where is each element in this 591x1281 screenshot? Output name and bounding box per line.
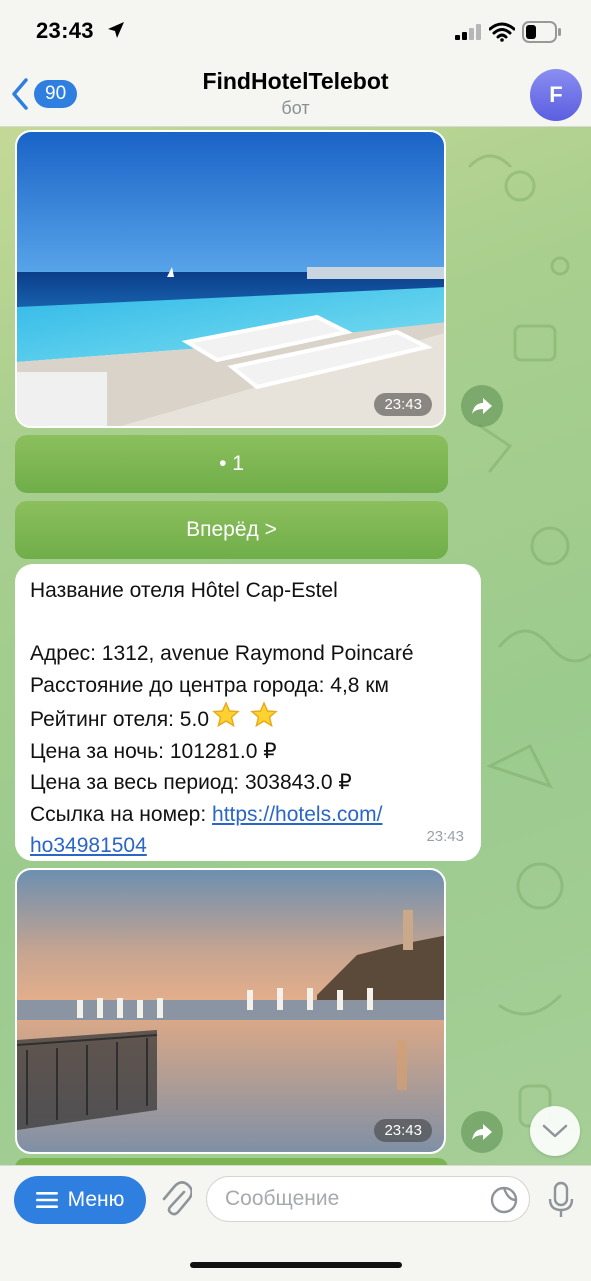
wifi-icon xyxy=(489,22,515,42)
avatar[interactable]: F xyxy=(530,69,582,121)
photo-sunset-pool xyxy=(17,870,444,1152)
microphone-icon[interactable] xyxy=(548,1181,574,1219)
share-button[interactable] xyxy=(461,385,503,427)
photo-message-pool[interactable]: 23:43 xyxy=(15,130,446,428)
share-icon xyxy=(472,398,492,414)
back-chevron-icon xyxy=(12,78,28,110)
status-time: 23:43 xyxy=(36,18,94,43)
hotel-distance-line: Расстояние до центра города: 4,8 км xyxy=(30,673,389,697)
share-icon xyxy=(472,1124,492,1140)
photo-timestamp: 23:43 xyxy=(374,393,432,416)
message-timestamp: 23:43 xyxy=(426,827,464,845)
room-link-line-2: ho34981504 xyxy=(30,830,467,862)
photo-timestamp: 23:43 xyxy=(374,1119,432,1142)
home-indicator xyxy=(190,1262,402,1268)
hotel-address-line: Адрес: 1312, avenue Raymond Poincaré xyxy=(30,642,414,665)
hotel-rating-text: Рейтинг отеля: 5.0 xyxy=(30,708,210,731)
star-icon xyxy=(212,701,240,728)
menu-button[interactable]: Меню xyxy=(14,1176,146,1224)
room-link-line: Ссылка на номер: https://hotels.com/ xyxy=(30,799,467,831)
next-button[interactable]: Вперёд > xyxy=(15,501,448,559)
price-total-line: Цена за весь период: 303843.0 ₽ xyxy=(30,771,352,794)
photo-message-sunset[interactable]: 23:43 xyxy=(15,868,446,1154)
menu-button-label: Меню xyxy=(67,1188,125,1211)
scroll-down-button[interactable] xyxy=(530,1106,580,1156)
unread-count-badge: 90 xyxy=(34,80,78,108)
location-arrow-icon xyxy=(108,22,124,38)
burger-icon xyxy=(35,1192,58,1208)
room-link-part2[interactable]: ho34981504 xyxy=(30,834,147,857)
share-button[interactable] xyxy=(461,1111,503,1153)
star-icon xyxy=(250,701,278,728)
hotel-info-message: Название отеля Hôtel Cap-Estel Адрес: 13… xyxy=(15,564,481,861)
hotel-name-line: Название отеля Hôtel Cap-Estel xyxy=(30,579,338,602)
paperclip-icon[interactable] xyxy=(160,1180,192,1218)
battery-icon xyxy=(522,21,561,43)
room-link-label: Ссылка на номер: xyxy=(30,802,213,826)
chat-title-block[interactable]: FindHotelTelebot бот xyxy=(120,68,471,119)
top-bar: 23:43 90 FindHotelTelebot бот F xyxy=(0,0,591,127)
room-link-part1[interactable]: https://hotels.com/ xyxy=(212,803,382,826)
sticker-icon[interactable] xyxy=(490,1186,518,1214)
hotel-rating-line: Рейтинг отеля: 5.0 xyxy=(30,701,467,736)
input-bar: Меню xyxy=(0,1165,591,1281)
price-night-line: Цена за ночь: 101281.0 ₽ xyxy=(30,739,277,763)
chat-subtitle: бот xyxy=(281,98,310,118)
chevron-down-icon xyxy=(542,1124,568,1138)
page-indicator-button[interactable]: • 1 xyxy=(15,435,448,493)
chat-title: FindHotelTelebot xyxy=(202,68,389,94)
signal-icon xyxy=(455,24,481,40)
photo-pool-sea xyxy=(17,132,444,426)
back-button[interactable]: 90 xyxy=(8,76,78,112)
message-input[interactable] xyxy=(206,1176,530,1222)
